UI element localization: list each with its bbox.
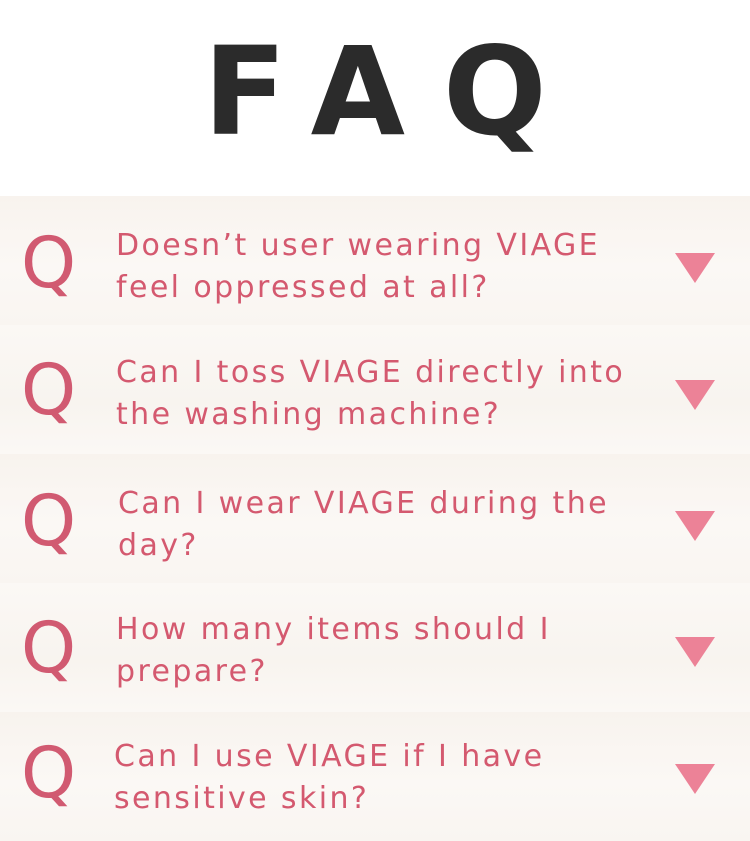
- faq-question-5: Can I use VIAGE if I have sensitive skin…: [114, 739, 545, 816]
- triangle-down-icon: [675, 253, 715, 283]
- faq-item-2[interactable]: Q Can I toss VIAGE directly into the was…: [0, 325, 750, 454]
- triangle-down-icon: [675, 380, 715, 410]
- expand-toggle-4[interactable]: [673, 636, 717, 668]
- faq-question-2: Can I toss VIAGE directly into the washi…: [116, 355, 626, 432]
- q-mark: Q: [21, 732, 77, 814]
- q-mark: Q: [21, 222, 77, 304]
- faq-item-1[interactable]: Q Doesn’t user wearing VIAGE feel oppres…: [0, 196, 750, 325]
- page-title: FAQ: [203, 21, 585, 163]
- triangle-down-icon: [675, 637, 715, 667]
- triangle-down-icon: [675, 764, 715, 794]
- faq-item-3[interactable]: Q Can I wear VIAGE during the day?: [0, 454, 750, 583]
- q-mark: Q: [21, 607, 77, 689]
- faq-item-4[interactable]: Q How many items should I prepare?: [0, 583, 750, 712]
- expand-toggle-3[interactable]: [673, 510, 717, 542]
- faq-question-4: How many items should I prepare?: [116, 612, 551, 689]
- q-mark: Q: [21, 349, 77, 431]
- faq-item-5[interactable]: Q Can I use VIAGE if I have sensitive sk…: [0, 712, 750, 841]
- expand-toggle-2[interactable]: [673, 379, 717, 411]
- faq-question-3: Can I wear VIAGE during the day?: [118, 486, 609, 563]
- expand-toggle-5[interactable]: [673, 763, 717, 795]
- q-mark: Q: [21, 480, 77, 562]
- faq-question-1: Doesn’t user wearing VIAGE feel oppresse…: [116, 228, 600, 305]
- faq-page: FAQ Q Doesn’t user wearing VIAGE feel op…: [0, 0, 750, 841]
- faq-header: FAQ: [0, 0, 750, 196]
- expand-toggle-1[interactable]: [673, 252, 717, 284]
- faq-list: Q Doesn’t user wearing VIAGE feel oppres…: [0, 196, 750, 841]
- triangle-down-icon: [675, 511, 715, 541]
